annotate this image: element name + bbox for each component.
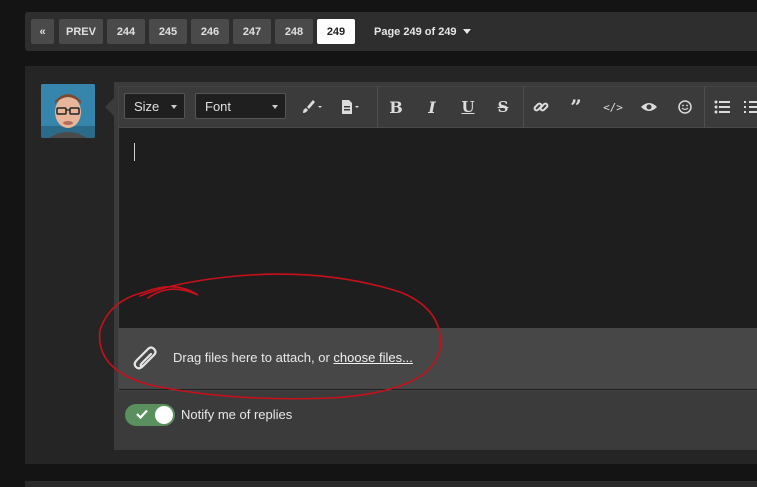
pagination-bar: « PREV 244 245 246 247 248 249 Page 249 … <box>25 12 757 51</box>
page-button-249-current[interactable]: 249 <box>317 19 355 44</box>
ordered-list-icon <box>743 101 757 113</box>
preview-icon <box>641 103 657 111</box>
attachment-text: Drag files here to attach, or <box>173 350 334 365</box>
paperclip-icon <box>133 346 157 370</box>
toolbar-separator <box>704 87 705 127</box>
avatar-image <box>41 84 95 138</box>
code-button[interactable]: </> <box>598 93 628 121</box>
page-button-246[interactable]: 246 <box>191 19 229 44</box>
preview-button[interactable] <box>634 93 664 121</box>
choose-files-link[interactable]: choose files... <box>333 350 413 365</box>
italic-button[interactable]: I <box>417 93 447 121</box>
font-family-label: Font <box>205 98 232 114</box>
underline-icon: U <box>461 98 475 116</box>
chevron-down-icon <box>272 105 278 109</box>
first-page-button[interactable]: « <box>31 19 54 44</box>
font-size-select[interactable]: Size <box>124 93 185 119</box>
prev-page-button[interactable]: PREV <box>59 19 103 44</box>
toolbar-separator <box>523 87 524 127</box>
paintbrush-icon <box>303 100 322 113</box>
italic-icon: I <box>428 97 436 117</box>
speech-arrow <box>105 98 114 116</box>
page-jump-dropdown[interactable]: Page 249 of 249 <box>374 19 471 44</box>
list-icon <box>714 100 730 114</box>
paragraph-icon <box>342 100 359 114</box>
page-button-245[interactable]: 245 <box>149 19 187 44</box>
text-color-button[interactable] <box>297 93 327 121</box>
smiley-icon <box>678 100 692 114</box>
bold-button[interactable]: B <box>381 93 411 121</box>
strikethrough-button[interactable]: S <box>488 93 518 121</box>
link-button[interactable] <box>526 93 556 121</box>
bold-icon: B <box>389 97 403 117</box>
toggle-knob <box>155 406 173 424</box>
attachment-dropzone[interactable]: Drag files here to attach, or choose fil… <box>119 328 757 389</box>
page-button-248[interactable]: 248 <box>275 19 313 44</box>
bulleted-list-button[interactable] <box>707 93 737 121</box>
avatar[interactable] <box>41 84 95 138</box>
smilie-button[interactable] <box>670 93 700 121</box>
attachment-instructions: Drag files here to attach, or choose fil… <box>173 350 413 365</box>
strikethrough-icon: S <box>497 98 509 116</box>
next-panel-edge <box>25 481 757 487</box>
page-button-247[interactable]: 247 <box>233 19 271 44</box>
toolbar-separator <box>377 87 378 127</box>
link-icon <box>533 102 549 112</box>
numbered-list-button[interactable] <box>739 93 757 121</box>
page-indicator-text: Page 249 of 249 <box>374 25 457 38</box>
chevron-down-icon <box>462 29 471 34</box>
notify-toggle[interactable] <box>125 404 175 426</box>
editor-toolbar: Size Font B I U S ” </> <box>119 87 757 128</box>
paragraph-format-button[interactable] <box>335 93 365 121</box>
font-family-select[interactable]: Font <box>195 93 286 119</box>
chevron-down-icon <box>171 105 177 109</box>
quote-button[interactable]: ” <box>561 93 591 121</box>
code-icon: </> <box>603 100 623 114</box>
notify-label: Notify me of replies <box>181 407 293 422</box>
underline-button[interactable]: U <box>453 93 483 121</box>
quote-icon: ” <box>570 95 582 119</box>
check-icon <box>136 409 148 420</box>
font-size-label: Size <box>134 98 160 114</box>
page-button-244[interactable]: 244 <box>107 19 145 44</box>
